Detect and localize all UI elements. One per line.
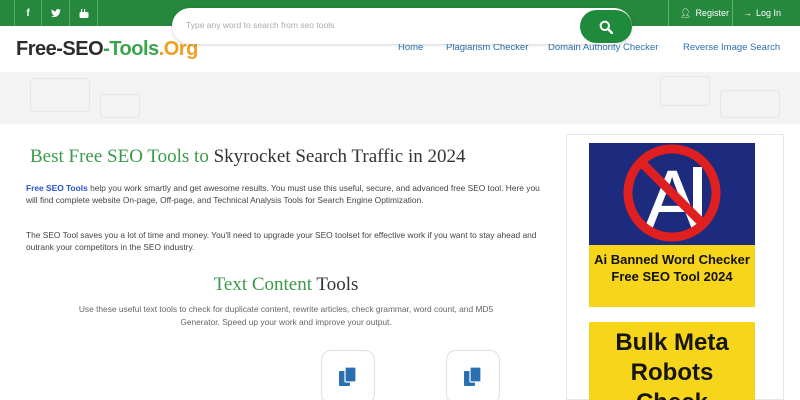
search-placeholder: Type any word to search from seo tools: [186, 20, 335, 30]
logo-part: -Tools: [103, 38, 159, 60]
ad2-caption-line: Bulk Meta: [615, 329, 729, 356]
sign-in-icon: →: [743, 8, 752, 18]
facebook-icon[interactable]: f: [14, 0, 42, 26]
ad-image-area: A: [589, 143, 755, 247]
background-doodle: [30, 78, 90, 112]
search-hero: [0, 72, 800, 124]
section-title-dark: Tools: [312, 274, 359, 295]
background-doodle: [720, 90, 780, 118]
ad-caption: Ai Banned Word Checker Free SEO Tool 202…: [589, 251, 755, 285]
ad2-caption-line: Robots: [630, 359, 714, 386]
files-icon: [464, 366, 482, 386]
free-seo-tools-link[interactable]: Free SEO Tools: [26, 183, 88, 193]
logo-part: Free-: [16, 38, 63, 60]
logo-part: SEO: [62, 38, 104, 60]
ad-banner-ai-banned-word-checker[interactable]: A Ai Banned Word Checker Free SEO Tool 2…: [589, 143, 755, 307]
background-doodle: [660, 76, 710, 106]
divider: [732, 0, 733, 26]
section-title-green: Text Content: [213, 274, 313, 295]
register-label: Register: [695, 8, 729, 18]
secondary-paragraph: The SEO Tool saves you a lot of time and…: [26, 230, 537, 252]
twitter-icon[interactable]: [42, 0, 70, 26]
files-icon: [339, 366, 357, 386]
user-icon: 👤︎: [680, 7, 692, 18]
title-green-part: Best Free SEO Tools to: [30, 146, 209, 167]
divider: [668, 0, 669, 26]
tool-card[interactable]: [321, 350, 375, 400]
ad2-caption-line: Check: [589, 388, 755, 400]
nav-link-reverse-image-search[interactable]: Reverse Image Search: [683, 42, 780, 53]
page-title: Best Free SEO Tools to Skyrocket Search …: [30, 146, 465, 168]
title-dark-part: Skyrocket Search Traffic in 2024: [208, 146, 466, 167]
youtube-icon[interactable]: [70, 0, 98, 26]
login-label: Log In: [756, 8, 782, 18]
intro-paragraph: Free SEO Tools help you work smartly and…: [26, 182, 548, 206]
section-description: Use these useful text tools to check for…: [78, 304, 494, 327]
register-link[interactable]: 👤︎ Register: [680, 0, 729, 26]
ad-banner-bulk-meta-robots[interactable]: Bulk Meta Robots Check: [589, 322, 755, 400]
search-button[interactable]: [580, 10, 632, 43]
ai-logo-prohibited-icon: A: [623, 144, 721, 247]
intro-text: help you work smartly and get awesome re…: [26, 183, 540, 205]
search-input[interactable]: Type any word to search from seo tools: [172, 8, 632, 44]
background-doodle: [100, 94, 140, 118]
tool-card[interactable]: [446, 350, 500, 400]
login-link[interactable]: → Log In: [743, 0, 781, 26]
ad2-caption: Bulk Meta Robots Check: [589, 328, 755, 400]
ad-caption-line: Ai Banned Word Checker: [594, 252, 750, 267]
ad-caption-line: Free SEO Tool 2024: [611, 269, 733, 284]
search-icon: [599, 20, 613, 34]
section-title: Text Content Tools: [0, 274, 572, 296]
site-logo[interactable]: Free-SEO-Tools.Org: [16, 38, 198, 61]
